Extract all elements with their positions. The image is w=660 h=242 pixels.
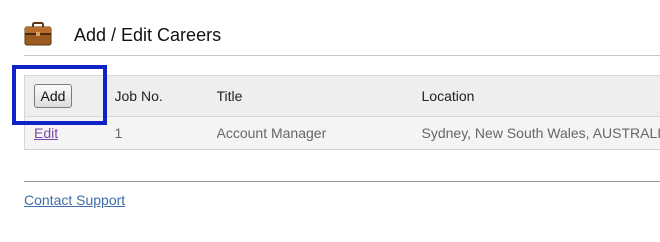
briefcase-icon xyxy=(24,22,52,46)
column-header-location[interactable]: Location xyxy=(421,75,660,117)
careers-table-container: Add Job No. Title Location Edit 1 Accoun… xyxy=(24,75,660,151)
careers-table: Add Job No. Title Location Edit 1 Accoun… xyxy=(24,75,660,150)
page-title: Add / Edit Careers xyxy=(74,25,222,45)
column-header-job-no[interactable]: Job No. xyxy=(114,75,217,117)
footer-divider xyxy=(24,181,660,182)
edit-link[interactable]: Edit xyxy=(26,125,58,141)
contact-support-link[interactable]: Contact Support xyxy=(24,192,125,208)
header-divider xyxy=(24,55,660,56)
column-header-title[interactable]: Title xyxy=(216,75,422,117)
job-no-cell: 1 xyxy=(114,116,217,150)
title-cell: Account Manager xyxy=(216,116,422,150)
add-button-highlight xyxy=(12,65,107,125)
location-cell: Sydney, New South Wales, AUSTRALIA xyxy=(421,116,660,150)
table-header-row: Add Job No. Title Location xyxy=(24,75,660,117)
table-row: Edit 1 Account Manager Sydney, New South… xyxy=(24,116,660,150)
